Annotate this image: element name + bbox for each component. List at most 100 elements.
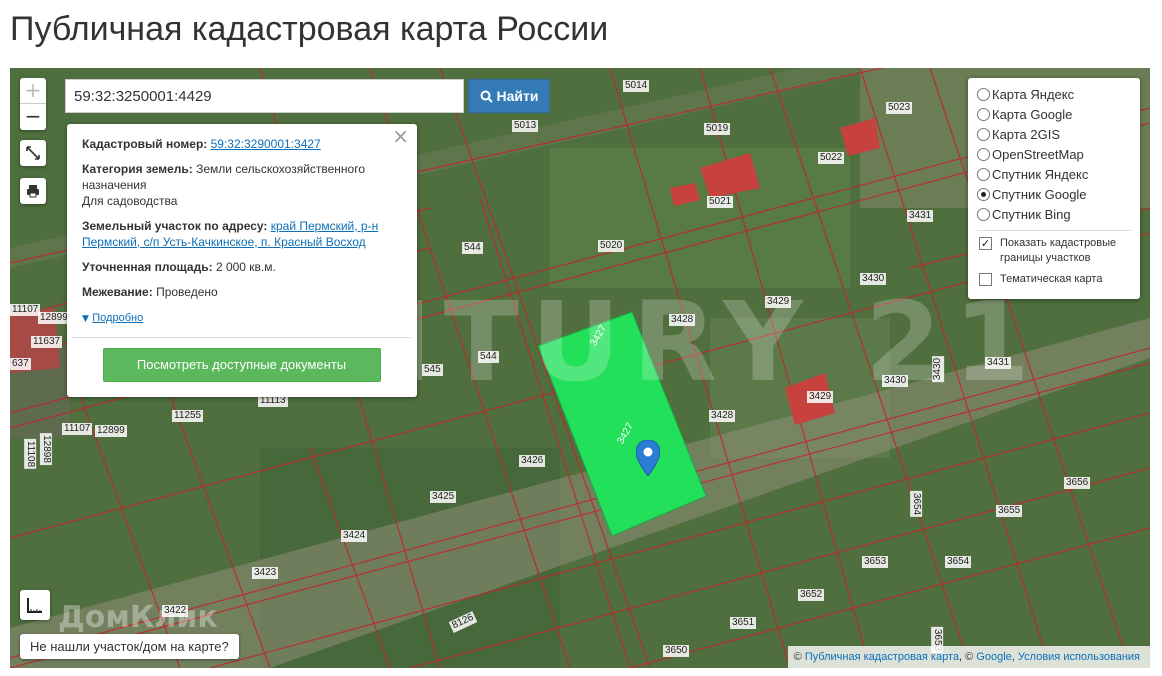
terms-of-use-link[interactable]: Условия использования bbox=[1018, 651, 1140, 663]
plot-number-label: 3424 bbox=[341, 530, 368, 542]
attribution-pkk-link[interactable]: Публичная кадастровая карта bbox=[805, 651, 959, 663]
plot-number-label: 5019 bbox=[704, 123, 731, 135]
details-link[interactable]: Подробно bbox=[92, 312, 143, 324]
cadastral-number-label: Кадастровый номер: bbox=[82, 137, 208, 151]
land-category-row: Категория земель: Земли сельскохозяйстве… bbox=[82, 161, 401, 193]
zoom-in-button[interactable]: + bbox=[20, 78, 46, 104]
layer-option[interactable]: OpenStreetMap bbox=[977, 144, 1131, 164]
cadastral-map[interactable]: CENTURY 21 ДомКлик 5014 5023 5013 5019 5022 5… bbox=[10, 68, 1150, 668]
plot-number-label: 3654 bbox=[910, 490, 923, 518]
plot-number-label: 3430 bbox=[860, 273, 887, 285]
map-layers-panel: Карта Яндекс Карта Google Карта 2GIS OpenSt… bbox=[968, 78, 1140, 299]
layer-option-label: Спутник Bing bbox=[992, 206, 1071, 222]
plot-number-label: 3430 bbox=[932, 355, 945, 383]
layer-option[interactable]: Карта Яндекс bbox=[977, 84, 1131, 104]
view-documents-button[interactable]: Посмотреть доступные документы bbox=[102, 348, 381, 382]
show-borders-checkbox[interactable]: ✓ Показать кадастровые границы участков bbox=[977, 236, 1131, 266]
plot-number-label: 3652 bbox=[798, 589, 825, 601]
cadastral-number-link[interactable]: 59:32:3290001:3427 bbox=[211, 137, 321, 151]
search-button[interactable]: Найти bbox=[468, 79, 550, 113]
attribution-google-link[interactable]: Google bbox=[976, 651, 1011, 663]
checkbox[interactable] bbox=[979, 273, 992, 286]
zoom-control: + − bbox=[20, 78, 46, 130]
plot-number-label: 11107 bbox=[62, 423, 93, 435]
layer-option[interactable]: Карта 2GIS bbox=[977, 124, 1131, 144]
plot-number-label: 3425 bbox=[430, 491, 457, 503]
radio-button[interactable] bbox=[977, 87, 990, 101]
cadastral-number-row: Кадастровый номер: 59:32:3290001:3427 bbox=[82, 136, 401, 152]
land-category-label: Категория земель: bbox=[82, 162, 193, 176]
plot-number-label: 544 bbox=[462, 242, 483, 254]
divider bbox=[72, 337, 411, 338]
zoom-out-button[interactable]: − bbox=[20, 104, 46, 130]
plot-number-label: 3654 bbox=[945, 556, 972, 568]
divider bbox=[977, 230, 1131, 231]
plot-number-label: 3428 bbox=[669, 314, 696, 326]
plot-number-label: 11637 bbox=[31, 336, 63, 348]
layer-option-label: Карта Яндекс bbox=[992, 86, 1075, 102]
plot-number-label: 3650 bbox=[663, 645, 690, 657]
layer-option[interactable]: Спутник Яндекс bbox=[977, 164, 1131, 184]
radio-button[interactable] bbox=[977, 107, 990, 121]
survey-label: Межевание: bbox=[82, 285, 153, 299]
ruler-icon bbox=[27, 598, 42, 613]
checkbox-label: Тематическая карта bbox=[1000, 273, 1103, 285]
details-toggle[interactable]: ▼ Подробно bbox=[82, 309, 401, 327]
plot-number-label: 12898 bbox=[39, 433, 52, 465]
plot-number-label: 545 bbox=[422, 364, 443, 376]
survey-value: Проведено bbox=[156, 285, 218, 299]
survey-row: Межевание: Проведено bbox=[82, 284, 401, 300]
address-row: Земельный участок по адресу: край Пермск… bbox=[82, 218, 401, 250]
thematic-map-checkbox[interactable]: Тематическая карта bbox=[977, 272, 1131, 287]
plot-number-label: 3430 bbox=[882, 375, 909, 387]
plot-number-label: 3428 bbox=[709, 410, 736, 422]
area-value: 2 000 кв.м. bbox=[215, 260, 276, 274]
checkbox[interactable]: ✓ bbox=[979, 237, 992, 250]
search-button-label: Найти bbox=[496, 88, 539, 104]
close-icon[interactable]: × bbox=[392, 126, 409, 146]
plot-number-label: 11255 bbox=[172, 410, 204, 422]
plot-number-label: 3655 bbox=[996, 505, 1023, 517]
plot-number-label: 3422 bbox=[162, 605, 189, 617]
layer-option[interactable]: Спутник Bing bbox=[977, 204, 1131, 224]
print-button[interactable] bbox=[20, 178, 46, 204]
expand-icon bbox=[26, 146, 40, 160]
layer-option-label: OpenStreetMap bbox=[992, 146, 1084, 162]
plot-number-label: 3651 bbox=[730, 617, 757, 629]
plot-number-label: 11108 bbox=[24, 438, 37, 470]
plot-number-label: 637 bbox=[10, 358, 31, 370]
page-title: Публичная кадастровая карта России bbox=[10, 10, 609, 48]
radio-button[interactable] bbox=[977, 207, 990, 221]
plot-number-label: 3431 bbox=[985, 357, 1012, 369]
radio-button[interactable] bbox=[977, 187, 990, 201]
not-found-button[interactable]: Не нашли участок/дом на карте? bbox=[20, 634, 239, 659]
plot-number-label: 5013 bbox=[512, 120, 539, 132]
location-pin-icon[interactable] bbox=[636, 440, 660, 476]
search-icon bbox=[480, 90, 493, 103]
radio-button[interactable] bbox=[977, 147, 990, 161]
domclick-watermark: ДомКлик bbox=[58, 600, 218, 635]
radio-button[interactable] bbox=[977, 127, 990, 141]
plot-number-label: 3656 bbox=[1064, 477, 1091, 489]
address-label: Земельный участок по адресу: bbox=[82, 219, 268, 233]
plot-number-label: 3653 bbox=[862, 556, 889, 568]
layer-option-label: Карта Google bbox=[992, 106, 1073, 122]
printer-icon bbox=[27, 185, 39, 198]
radio-button[interactable] bbox=[977, 167, 990, 181]
plot-number-label: 11107 bbox=[10, 304, 41, 316]
plot-number-label: 12899 bbox=[95, 425, 127, 437]
layer-option-label: Спутник Google bbox=[992, 186, 1087, 202]
plot-number-label: 5014 bbox=[623, 80, 650, 92]
ruler-button[interactable] bbox=[20, 590, 50, 620]
land-usage: Для садоводства bbox=[82, 194, 178, 208]
layer-option-label: Спутник Яндекс bbox=[992, 166, 1089, 182]
plot-number-label: 3429 bbox=[765, 296, 792, 308]
layer-option[interactable]: Спутник Google bbox=[977, 184, 1131, 204]
layer-option[interactable]: Карта Google bbox=[977, 104, 1131, 124]
plot-number-label: 3429 bbox=[807, 391, 834, 403]
cadastral-search-input[interactable] bbox=[65, 79, 464, 113]
caret-down-icon: ▼ bbox=[82, 314, 89, 324]
plot-number-label: 3423 bbox=[252, 567, 279, 579]
fullscreen-button[interactable] bbox=[20, 140, 46, 166]
plot-number-label: 5020 bbox=[598, 240, 625, 252]
